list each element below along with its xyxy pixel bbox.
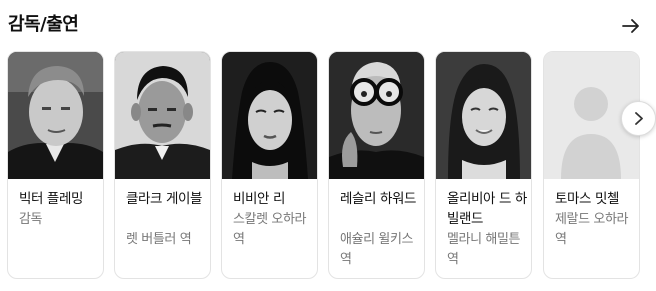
person-name: 올리비아 드 하빌랜드 [447,191,527,227]
chevron-right-icon [635,112,643,125]
carousel-next-button[interactable] [621,101,656,136]
section-title: 감독/출연 [8,14,79,35]
cast-crew-section: 감독/출연 빅터 플레밍 감독 클라크 게이블 렛 버틀러 역 비비안 리 스칼… [0,0,656,291]
person-card[interactable]: 클라크 게이블 렛 버틀러 역 [114,51,211,279]
person-card[interactable]: 빅터 플레밍 감독 [7,51,104,279]
people-carousel: 빅터 플레밍 감독 클라크 게이블 렛 버틀러 역 비비안 리 스칼렛 오하라 … [7,51,656,279]
person-name: 레슬리 하워드 [340,191,417,207]
portrait-photo [8,52,103,179]
portrait-photo [115,52,210,179]
person-role: 스칼렛 오하라 역 [233,212,307,247]
person-card[interactable]: 올리비아 드 하빌랜드 멜라니 해밀튼 역 [435,51,532,279]
person-role: 멜라니 해밀튼 역 [447,232,521,267]
portrait-photo [329,52,424,179]
person-role: 제랄드 오하라 역 [555,212,629,247]
person-card[interactable]: 토마스 밋첼 제랄드 오하라 역 [543,51,640,279]
arrow-right-icon[interactable] [620,15,642,37]
person-card[interactable]: 레슬리 하워드 애슐리 윌키스 역 [328,51,425,279]
person-name: 비비안 리 [233,191,285,207]
portrait-photo [436,52,531,179]
person-card[interactable]: 비비안 리 스칼렛 오하라 역 [221,51,318,279]
person-name: 빅터 플레밍 [19,191,83,207]
person-role: 감독 [19,212,43,227]
person-name: 토마스 밋첼 [555,191,619,207]
portrait-photo [222,52,317,179]
person-role: 애슐리 윌키스 역 [340,232,414,267]
person-role: 렛 버틀러 역 [126,232,192,247]
person-name: 클라크 게이블 [126,191,203,207]
